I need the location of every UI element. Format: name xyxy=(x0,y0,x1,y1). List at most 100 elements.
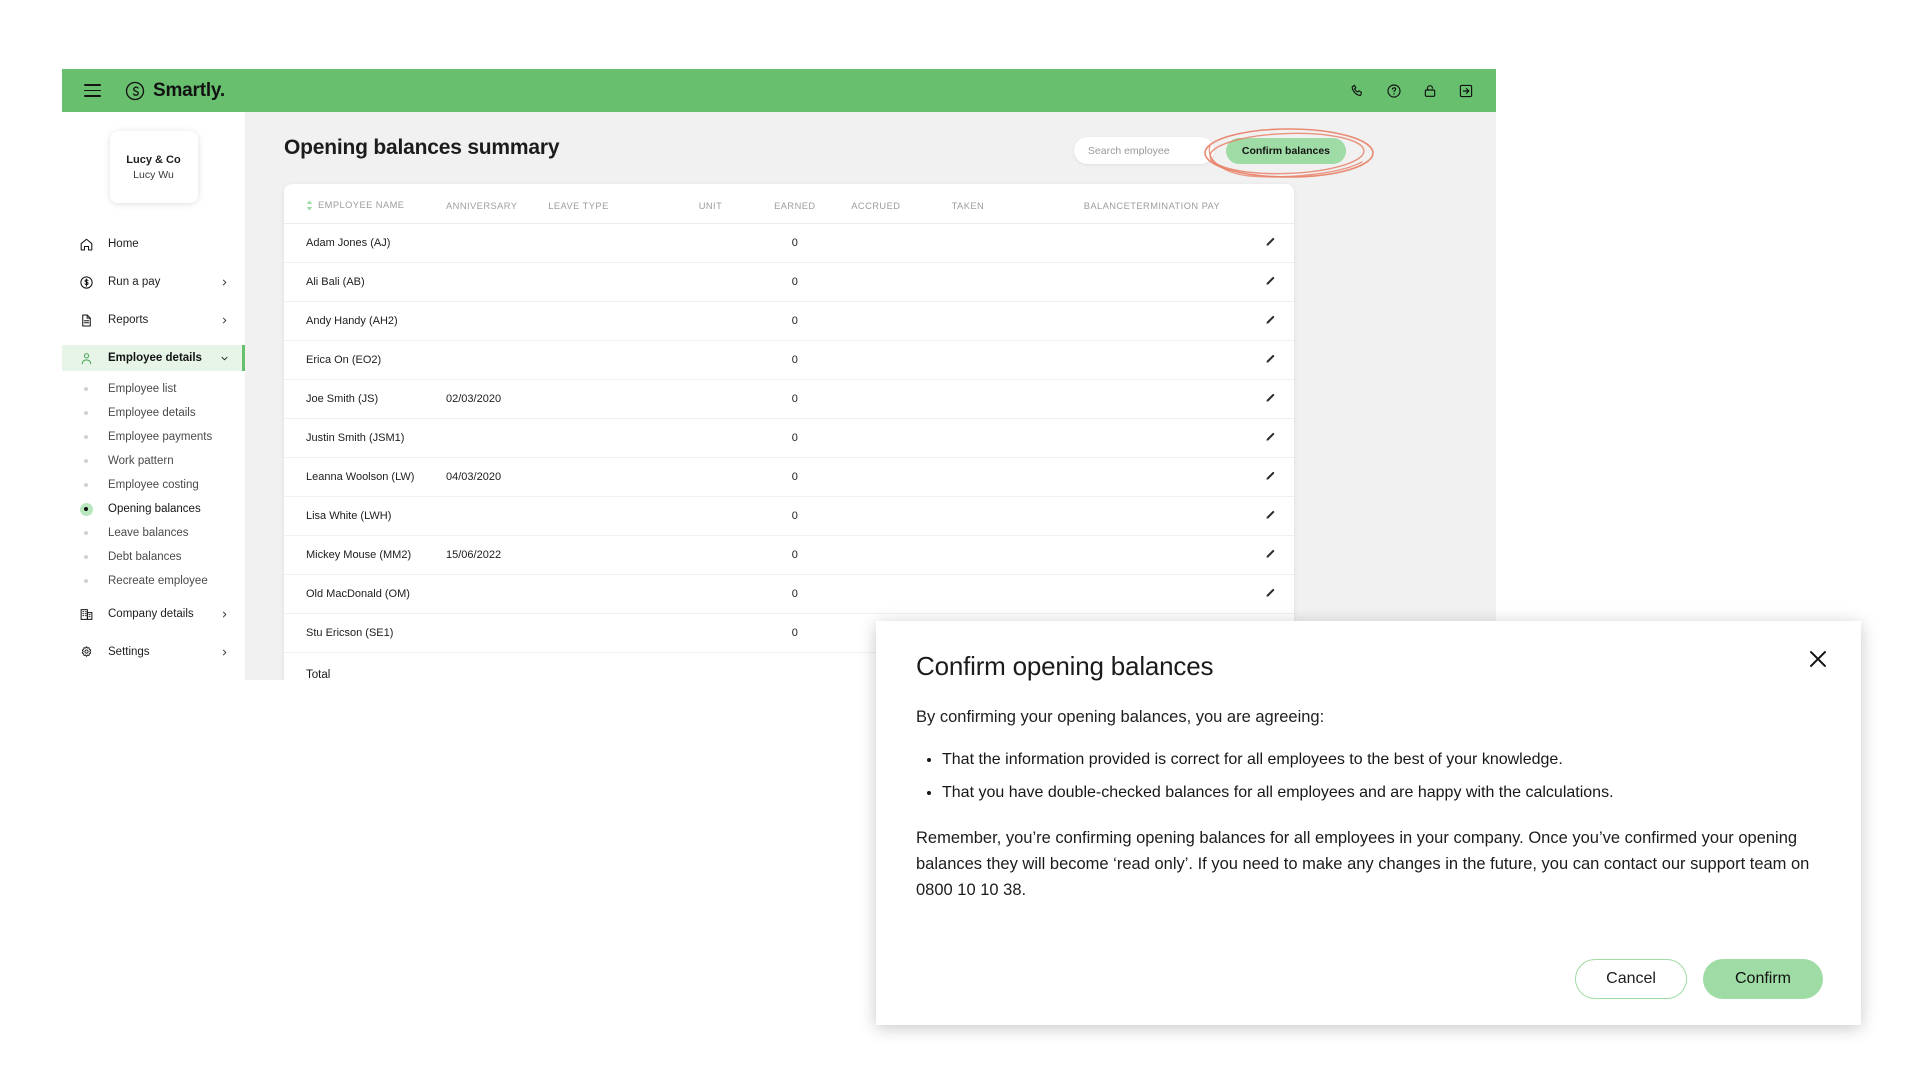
cell-anniversary: 04/03/2020 xyxy=(446,457,549,498)
cell-actions xyxy=(1252,301,1294,342)
sidebar-subitem-employee-payments[interactable]: Employee payments xyxy=(62,425,245,449)
edit-row-button[interactable] xyxy=(1265,236,1276,250)
phone-icon[interactable] xyxy=(1350,83,1366,99)
cell-taken xyxy=(918,535,1018,576)
column-header-anniversary[interactable]: ANNIVERSARY xyxy=(446,184,549,225)
chevron-right-icon xyxy=(222,279,227,285)
cell-employee-name: Stu Ericson (SE1) xyxy=(284,613,447,654)
chevron-down-icon xyxy=(221,356,228,360)
sidebar-item-home[interactable]: Home xyxy=(62,231,245,257)
edit-row-button[interactable] xyxy=(1265,431,1276,445)
chevron-right-icon xyxy=(222,317,227,323)
edit-row-button[interactable] xyxy=(1265,587,1276,601)
edit-pencil-icon xyxy=(1266,471,1275,480)
sidebar-item-reports[interactable]: Reports xyxy=(62,307,245,333)
table-row[interactable]: Adam Jones (AJ) 0 xyxy=(284,223,1294,264)
table-row[interactable]: Joe Smith (JS) 02/03/2020 0 xyxy=(284,379,1294,420)
company-card[interactable]: Lucy & Co Lucy Wu xyxy=(109,131,198,203)
cell-earned: 0 xyxy=(756,613,833,654)
edit-row-button[interactable] xyxy=(1265,314,1276,328)
sidebar-subitem-recreate-employee[interactable]: Recreate employee xyxy=(62,569,245,593)
table-row[interactable]: Erica On (EO2) 0 xyxy=(284,340,1294,381)
sidebar-subitem-opening-balances[interactable]: Opening balances xyxy=(62,497,245,521)
chevron-right-icon xyxy=(222,649,227,655)
table-row[interactable]: Lisa White (LWH) 0 xyxy=(284,496,1294,537)
column-header-termination-pay[interactable]: TERMINATION PAY xyxy=(1130,184,1253,225)
sidebar-item-company-details[interactable]: Company details xyxy=(62,601,245,627)
sidebar-item-label: Company details xyxy=(108,608,194,620)
modal-lead-text: By confirming your opening balances, you… xyxy=(916,708,1325,726)
topbar-icon-group xyxy=(1350,69,1474,112)
hamburger-icon[interactable] xyxy=(84,84,101,97)
cell-earned: 0 xyxy=(756,379,833,420)
logout-icon[interactable] xyxy=(1458,83,1474,99)
cell-taken xyxy=(918,379,1018,420)
column-header-taken[interactable]: TAKEN xyxy=(918,184,1018,225)
cell-anniversary xyxy=(446,574,549,615)
opening-balances-table: EMPLOYEE NAME ANNIVERSARY LEAVE TYPE UNI… xyxy=(284,184,1294,680)
cell-termination-pay xyxy=(1130,301,1253,342)
cell-balance xyxy=(1017,223,1131,264)
edit-row-button[interactable] xyxy=(1265,470,1276,484)
edit-row-button[interactable] xyxy=(1265,392,1276,406)
table-row[interactable]: Mickey Mouse (MM2) 15/06/2022 0 xyxy=(284,535,1294,576)
sidebar-subitem-leave-balances[interactable]: Leave balances xyxy=(62,521,245,545)
search-input[interactable] xyxy=(1087,144,1200,157)
table-row[interactable]: Justin Smith (JSM1) 0 xyxy=(284,418,1294,459)
table-row[interactable]: Old MacDonald (OM) 0 xyxy=(284,574,1294,615)
sidebar-subitem-label: Employee list xyxy=(108,383,177,395)
app-window: Smartly. Lucy & Co Lucy Wu Home Run a pa… xyxy=(62,69,1496,680)
modal-actions: Cancel Confirm xyxy=(1575,959,1823,999)
lock-icon[interactable] xyxy=(1422,83,1438,99)
cancel-button[interactable]: Cancel xyxy=(1575,959,1687,999)
table-row[interactable]: Andy Handy (AH2) 0 xyxy=(284,301,1294,342)
sidebar-item-employee-details[interactable]: Employee details xyxy=(62,345,245,371)
table-row[interactable]: Leanna Woolson (LW) 04/03/2020 0 xyxy=(284,457,1294,498)
sidebar-subitem-employee-list[interactable]: Employee list xyxy=(62,377,245,401)
edit-pencil-icon xyxy=(1266,588,1275,597)
cell-employee-name: Joe Smith (JS) xyxy=(284,379,447,420)
cell-employee-name: Old MacDonald (OM) xyxy=(284,574,447,615)
sidebar-subitem-employee-details[interactable]: Employee details xyxy=(62,401,245,425)
edit-row-button[interactable] xyxy=(1265,275,1276,289)
cell-actions xyxy=(1252,535,1294,576)
sidebar-item-smarthr[interactable]: SmartHR xyxy=(62,677,245,680)
search-employee-box[interactable] xyxy=(1073,137,1214,164)
cell-unit xyxy=(664,379,757,420)
table-head: EMPLOYEE NAME ANNIVERSARY LEAVE TYPE UNI… xyxy=(284,184,1294,225)
sidebar-item-settings[interactable]: Settings xyxy=(62,639,245,665)
cell-earned: 0 xyxy=(756,574,833,615)
edit-row-button[interactable] xyxy=(1265,509,1276,523)
close-icon[interactable] xyxy=(1805,646,1831,672)
sidebar-subitem-work-pattern[interactable]: Work pattern xyxy=(62,449,245,473)
chevron-right-icon xyxy=(222,611,227,617)
cell-termination-pay xyxy=(1130,418,1253,459)
cell-actions xyxy=(1252,262,1294,303)
confirm-balances-button[interactable]: Confirm balances xyxy=(1225,137,1346,164)
cell-anniversary xyxy=(446,301,549,342)
edit-row-button[interactable] xyxy=(1265,353,1276,367)
confirm-button[interactable]: Confirm xyxy=(1702,959,1823,999)
sidebar-item-run-a-pay[interactable]: Run a pay xyxy=(62,269,245,295)
column-header-unit[interactable]: UNIT xyxy=(664,184,757,225)
column-header-employee-name[interactable]: EMPLOYEE NAME xyxy=(284,184,447,225)
column-header-earned[interactable]: EARNED xyxy=(756,184,833,225)
modal-bullet-item: That you have double-checked balances fo… xyxy=(942,782,1821,804)
column-header-balance[interactable]: BALANCE xyxy=(1017,184,1131,225)
sidebar-subitem-debt-balances[interactable]: Debt balances xyxy=(62,545,245,569)
cell-accrued xyxy=(832,496,919,537)
cell-employee-name: Erica On (EO2) xyxy=(284,340,447,381)
table-row[interactable]: Ali Bali (AB) 0 xyxy=(284,262,1294,303)
sidebar-subitem-employee-costing[interactable]: Employee costing xyxy=(62,473,245,497)
cell-balance xyxy=(1017,301,1131,342)
cell-termination-pay xyxy=(1130,457,1253,498)
edit-row-button[interactable] xyxy=(1265,548,1276,562)
cell-earned: 0 xyxy=(756,496,833,537)
column-header-accrued[interactable]: ACCRUED xyxy=(832,184,919,225)
cell-unit xyxy=(664,574,757,615)
modal-note-text: Remember, you’re confirming opening bala… xyxy=(916,829,1810,900)
help-icon[interactable] xyxy=(1386,83,1402,99)
cell-accrued xyxy=(832,379,919,420)
column-header-leave-type[interactable]: LEAVE TYPE xyxy=(548,184,665,225)
